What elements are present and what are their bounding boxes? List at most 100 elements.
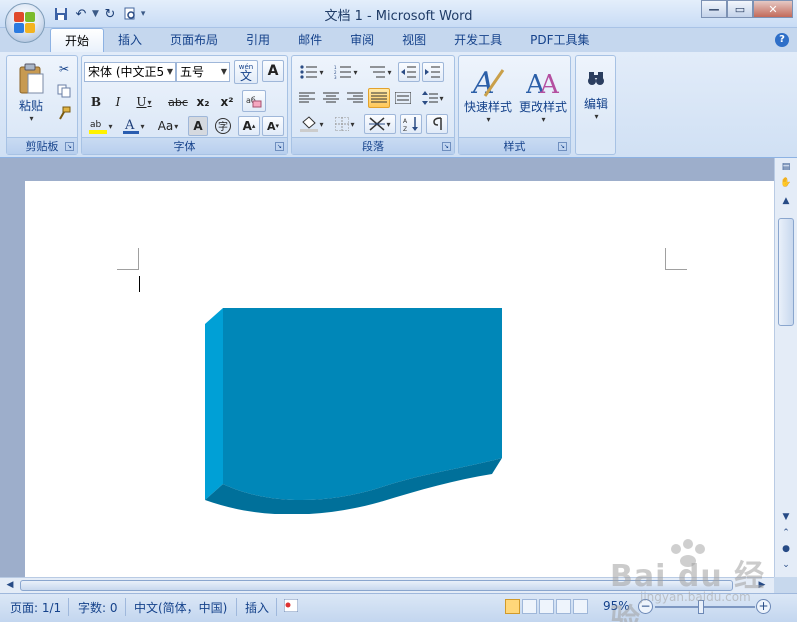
full-screen-reading-view-icon[interactable] bbox=[522, 599, 537, 614]
insert-mode-indicator[interactable]: 插入 bbox=[245, 599, 269, 616]
tab-view[interactable]: 视图 bbox=[388, 28, 440, 52]
clipboard-launcher-icon[interactable]: ↘ bbox=[65, 142, 74, 151]
enclose-characters-button[interactable]: 字 bbox=[212, 116, 234, 136]
tab-page-layout[interactable]: 页面布局 bbox=[156, 28, 232, 52]
bullets-button[interactable]: ▾ bbox=[296, 62, 328, 82]
character-border-button[interactable]: A bbox=[262, 60, 284, 82]
hand-tool-icon[interactable]: ✋ bbox=[778, 176, 794, 190]
ruler-toggle-icon[interactable]: ▤ bbox=[778, 160, 794, 174]
tab-mailings[interactable]: 邮件 bbox=[284, 28, 336, 52]
draft-view-icon[interactable] bbox=[573, 599, 588, 614]
svg-text:A: A bbox=[539, 70, 560, 98]
change-case-button[interactable]: Aa ▾ bbox=[152, 116, 184, 136]
format-painter-icon[interactable] bbox=[55, 104, 73, 122]
cut-icon[interactable]: ✂ bbox=[55, 60, 73, 78]
chinese-layout-button[interactable]: ▾ bbox=[364, 114, 396, 134]
close-button[interactable]: ✕ bbox=[753, 0, 793, 18]
binoculars-icon bbox=[588, 72, 604, 85]
font-name-combo[interactable]: 宋体 (中文正5 ▼ bbox=[84, 62, 176, 82]
watermark-text: Bai du 经验 bbox=[610, 559, 766, 622]
bullets-icon bbox=[300, 65, 318, 79]
tab-developer[interactable]: 开发工具 bbox=[440, 28, 516, 52]
svg-text:3: 3 bbox=[334, 75, 337, 79]
shading-dropdown-icon: ▾ bbox=[319, 119, 324, 129]
document-page[interactable] bbox=[25, 181, 774, 577]
borders-button[interactable]: ▾ bbox=[330, 114, 360, 134]
change-case-glyph: Aa bbox=[157, 119, 174, 133]
multilevel-list-button[interactable]: ▾ bbox=[364, 62, 396, 82]
increase-indent-icon[interactable] bbox=[422, 62, 444, 82]
document-workspace bbox=[0, 158, 774, 577]
sort-icon[interactable]: AZ bbox=[400, 114, 422, 134]
font-size-combo[interactable]: 五号 ▼ bbox=[176, 62, 230, 82]
font-group: 宋体 (中文正5 ▼ 五号 ▼ wén 文 A B I U ▾ abc x₂ x²… bbox=[81, 55, 288, 155]
tab-home[interactable]: 开始 bbox=[50, 28, 105, 52]
scroll-left-icon[interactable]: ◀ bbox=[3, 579, 17, 592]
shading-button[interactable]: ▾ bbox=[296, 114, 328, 134]
font-color-button[interactable]: A ▾ bbox=[120, 116, 148, 136]
print-layout-view-icon[interactable] bbox=[505, 599, 520, 614]
show-marks-icon[interactable] bbox=[426, 114, 448, 134]
styles-group: A 快速样式 ▾ AA 更改样式 ▾ 样式 ↘ bbox=[458, 55, 571, 155]
align-right-icon[interactable] bbox=[344, 88, 366, 108]
maximize-button[interactable]: ▭ bbox=[727, 0, 753, 18]
line-spacing-icon bbox=[422, 91, 439, 105]
decrease-indent-icon[interactable] bbox=[398, 62, 420, 82]
web-layout-view-icon[interactable] bbox=[539, 599, 554, 614]
minimize-button[interactable]: — bbox=[701, 0, 727, 18]
office-button[interactable] bbox=[5, 3, 45, 43]
font-size-dropdown-icon: ▼ bbox=[220, 67, 227, 76]
grow-font-button[interactable]: A ▴ bbox=[238, 116, 260, 136]
character-shading-button[interactable]: A bbox=[188, 116, 208, 136]
shrink-font-button[interactable]: A ▾ bbox=[262, 116, 284, 136]
scroll-up-icon[interactable]: ▲ bbox=[778, 194, 794, 208]
vertical-scrollbar[interactable]: ▤ ✋ ▲ ▼ ⌃ ● ⌄ bbox=[774, 158, 797, 577]
wave-3d-shape[interactable] bbox=[205, 308, 505, 514]
font-name-value: 宋体 (中文正5 bbox=[88, 65, 165, 79]
justify-icon[interactable] bbox=[368, 88, 390, 108]
align-left-icon[interactable] bbox=[296, 88, 318, 108]
editing-button[interactable]: 编辑 ▾ bbox=[578, 59, 614, 131]
align-center-icon[interactable] bbox=[320, 88, 342, 108]
word-count[interactable]: 字数: 0 bbox=[78, 599, 118, 616]
scroll-down-icon[interactable]: ▼ bbox=[778, 510, 794, 524]
quick-styles-button[interactable]: A 快速样式 ▾ bbox=[461, 59, 515, 131]
italic-button[interactable]: I bbox=[108, 92, 128, 112]
vertical-scroll-thumb[interactable] bbox=[778, 218, 794, 326]
distributed-align-icon[interactable] bbox=[392, 88, 414, 108]
change-styles-button[interactable]: AA 更改样式 ▾ bbox=[516, 59, 570, 131]
copy-icon[interactable] bbox=[55, 82, 73, 100]
line-spacing-button[interactable]: ▾ bbox=[418, 88, 448, 108]
outline-view-icon[interactable] bbox=[556, 599, 571, 614]
page-indicator[interactable]: 页面: 1/1 bbox=[10, 599, 61, 616]
language-indicator[interactable]: 中文(简体，中国) bbox=[134, 599, 227, 616]
paragraph-launcher-icon[interactable]: ↘ bbox=[442, 142, 451, 151]
numbering-button[interactable]: 123 ▾ bbox=[330, 62, 362, 82]
underline-glyph: U bbox=[136, 95, 147, 109]
font-name-dropdown-icon: ▼ bbox=[166, 67, 173, 76]
help-icon[interactable]: ? bbox=[775, 33, 789, 47]
title-bar: ↶ ▼ ↻ ▾ 文档 1 - Microsoft Word — ▭ ✕ bbox=[0, 0, 797, 28]
tab-references[interactable]: 引用 bbox=[232, 28, 284, 52]
phonetic-guide-button[interactable]: wén 文 bbox=[234, 60, 258, 84]
underline-button[interactable]: U ▾ bbox=[130, 92, 158, 112]
enclose-characters-icon: 字 bbox=[215, 118, 231, 134]
clear-formatting-button[interactable]: aб bbox=[242, 90, 266, 112]
chinese-layout-icon bbox=[369, 117, 386, 131]
subscript-button[interactable]: x₂ bbox=[192, 92, 214, 112]
superscript-button[interactable]: x² bbox=[216, 92, 238, 112]
paste-button[interactable]: 粘贴 ▾ bbox=[11, 58, 51, 128]
watermark-url: jingyan.baidu.com bbox=[640, 590, 751, 604]
tab-pdf-tools[interactable]: PDF工具集 bbox=[516, 28, 603, 52]
bullets-dropdown-icon: ▾ bbox=[319, 67, 324, 77]
font-launcher-icon[interactable]: ↘ bbox=[275, 142, 284, 151]
highlight-button[interactable]: ab ▾ bbox=[86, 116, 116, 136]
numbering-dropdown-icon: ▾ bbox=[353, 67, 358, 77]
styles-launcher-icon[interactable]: ↘ bbox=[558, 142, 567, 151]
tab-insert[interactable]: 插入 bbox=[104, 28, 156, 52]
paste-label: 粘贴 bbox=[18, 99, 43, 113]
strikethrough-button[interactable]: abc bbox=[166, 92, 190, 112]
macro-record-icon[interactable] bbox=[283, 598, 299, 615]
tab-review[interactable]: 审阅 bbox=[336, 28, 388, 52]
bold-button[interactable]: B bbox=[86, 92, 106, 112]
